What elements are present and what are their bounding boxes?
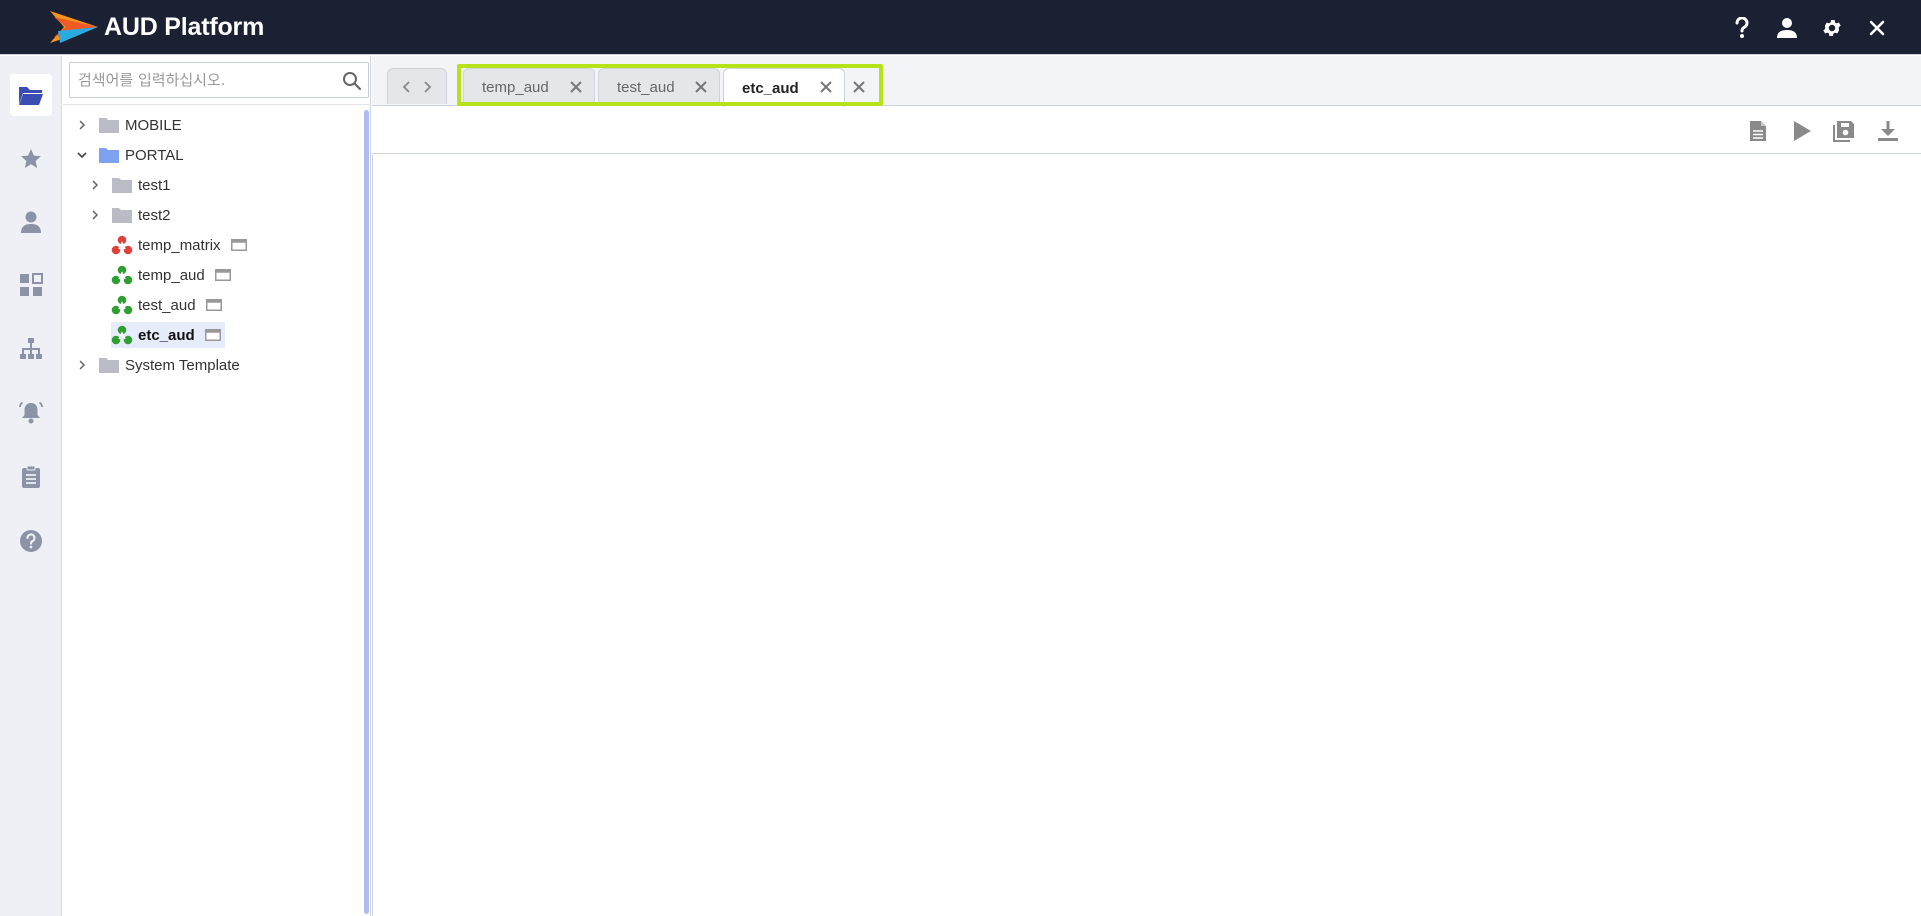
tree-item-portal[interactable]: PORTAL (75, 142, 184, 168)
app-title: AUD Platform (104, 12, 265, 41)
tab-bar: temp_aud test_aud etc_aud (372, 56, 1921, 107)
search-box (69, 62, 369, 98)
rail-item-organization[interactable] (10, 328, 52, 370)
tree-item-temp-aud[interactable]: temp_aud (111, 262, 231, 288)
clipboard-icon (22, 465, 40, 488)
window-icon (214, 269, 231, 281)
org-chart-icon (20, 338, 42, 359)
search-icon (343, 72, 362, 91)
logo-mark-icon (50, 11, 98, 43)
tree-item-temp-matrix[interactable]: temp_matrix (111, 232, 247, 258)
person-icon (21, 211, 41, 233)
tab-nav (387, 68, 447, 104)
tree-item-label: temp_matrix (138, 236, 221, 254)
window-icon (230, 239, 247, 251)
dashboard-icon (20, 273, 43, 296)
tab-group-highlight (457, 64, 883, 106)
explorer-panel: MOBILE PORTAL test1 test2 (63, 56, 371, 916)
tree-item-test1[interactable]: test1 (88, 172, 171, 198)
tree-item-label: test2 (138, 206, 171, 224)
question-icon (20, 530, 42, 552)
matrix-report-icon (111, 235, 133, 255)
search-button[interactable] (342, 71, 362, 91)
chevron-right-icon[interactable] (75, 358, 89, 372)
search-divider (63, 104, 371, 105)
run-button[interactable] (1788, 117, 1816, 145)
user-button[interactable] (1764, 0, 1809, 55)
aud-report-icon (111, 265, 133, 285)
aud-report-icon (111, 295, 133, 315)
tree-item-label: temp_aud (138, 266, 205, 284)
tree-item-system-template[interactable]: System Template (75, 352, 240, 378)
app-logo[interactable]: AUD Platform (50, 9, 264, 45)
bell-icon (19, 401, 43, 424)
rail-item-explorer[interactable] (10, 74, 52, 116)
folder-open-icon (99, 147, 119, 163)
play-icon (1794, 121, 1811, 141)
left-rail (0, 56, 62, 916)
main-content: temp_aud test_aud etc_aud (372, 56, 1921, 916)
tree-item-label: System Template (125, 356, 240, 374)
chevron-right-icon[interactable] (88, 208, 102, 222)
star-icon (21, 149, 41, 168)
save-icon (1833, 121, 1854, 142)
tree-scrollbar[interactable] (364, 110, 369, 914)
tree-item-test-aud[interactable]: test_aud (111, 292, 222, 318)
document-icon (1750, 121, 1766, 141)
settings-button[interactable] (1809, 0, 1854, 55)
window-icon (204, 329, 221, 341)
save-button[interactable] (1830, 117, 1858, 145)
rail-item-dashboard[interactable] (10, 264, 52, 306)
download-button[interactable] (1874, 117, 1902, 145)
chevron-left-icon[interactable] (402, 80, 412, 94)
folder-icon (19, 87, 43, 105)
user-icon (1776, 17, 1797, 38)
folder-closed-icon (112, 177, 132, 193)
close-app-button[interactable] (1854, 0, 1899, 55)
help-icon (1734, 16, 1748, 38)
tree-item-mobile[interactable]: MOBILE (75, 112, 182, 138)
rail-item-tasks[interactable] (10, 456, 52, 498)
aud-report-icon (111, 325, 133, 345)
tree-item-etc-aud[interactable]: etc_aud (111, 322, 225, 348)
help-button[interactable] (1719, 0, 1764, 55)
chevron-right-icon[interactable] (75, 118, 89, 132)
app-header: AUD Platform (0, 0, 1921, 55)
window-icon (205, 299, 222, 311)
report-canvas[interactable] (372, 155, 1921, 916)
rail-item-favorites[interactable] (10, 138, 52, 180)
folder-closed-icon (99, 117, 119, 133)
report-toolbar (372, 107, 1921, 154)
tree-item-label: PORTAL (125, 146, 184, 164)
rail-item-users[interactable] (10, 201, 52, 243)
folder-closed-icon (112, 207, 132, 223)
gear-icon (1822, 19, 1841, 36)
chevron-down-icon[interactable] (75, 148, 89, 162)
rail-item-help[interactable] (10, 520, 52, 562)
close-icon (1869, 20, 1884, 35)
folder-closed-icon (99, 357, 119, 373)
tree-item-label: etc_aud (138, 326, 195, 344)
rail-item-alerts[interactable] (10, 392, 52, 434)
tree-item-label: test1 (138, 176, 171, 194)
download-icon (1878, 121, 1898, 141)
tree-item-label: MOBILE (125, 116, 182, 134)
tree-item-label: test_aud (138, 296, 196, 314)
chevron-right-icon[interactable] (88, 178, 102, 192)
search-input[interactable] (70, 63, 330, 97)
new-document-button[interactable] (1744, 117, 1772, 145)
chevron-right-icon[interactable] (422, 80, 432, 94)
tree-item-test2[interactable]: test2 (88, 202, 171, 228)
